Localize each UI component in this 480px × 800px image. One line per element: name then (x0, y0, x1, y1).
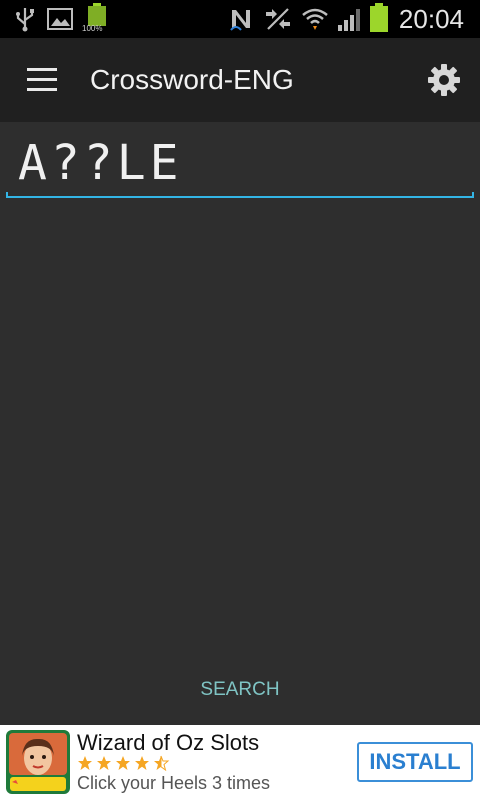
ad-banner[interactable]: Wizard of Oz Slots Click your Heels 3 ti… (0, 725, 480, 800)
pattern-input[interactable] (8, 130, 472, 196)
install-button[interactable]: INSTALL (357, 742, 473, 782)
rating-stars (78, 755, 170, 771)
usb-icon (16, 8, 34, 32)
menu-icon[interactable] (27, 68, 57, 92)
ad-subtitle: Click your Heels 3 times (77, 773, 271, 793)
sync-off-icon (266, 8, 290, 30)
ad-title[interactable]: Wizard of Oz Slots (77, 729, 259, 757)
wifi-icon (302, 8, 328, 30)
app-title: Crossword-ENG (90, 64, 294, 95)
action-bar: Crossword-ENG (0, 38, 480, 122)
input-underline (6, 192, 474, 198)
image-icon (47, 8, 73, 30)
ad-thumbnail[interactable] (6, 730, 70, 794)
battery-icon (370, 3, 388, 32)
status-bar: 100% 20:04 (0, 0, 480, 38)
battery-percent-label: 100% (82, 24, 103, 33)
signal-icon (338, 9, 360, 31)
clock-time: 20:04 (398, 4, 464, 34)
nfc-icon (230, 10, 250, 31)
settings-gear-icon[interactable] (426, 62, 462, 98)
search-button[interactable]: SEARCH (0, 672, 480, 708)
